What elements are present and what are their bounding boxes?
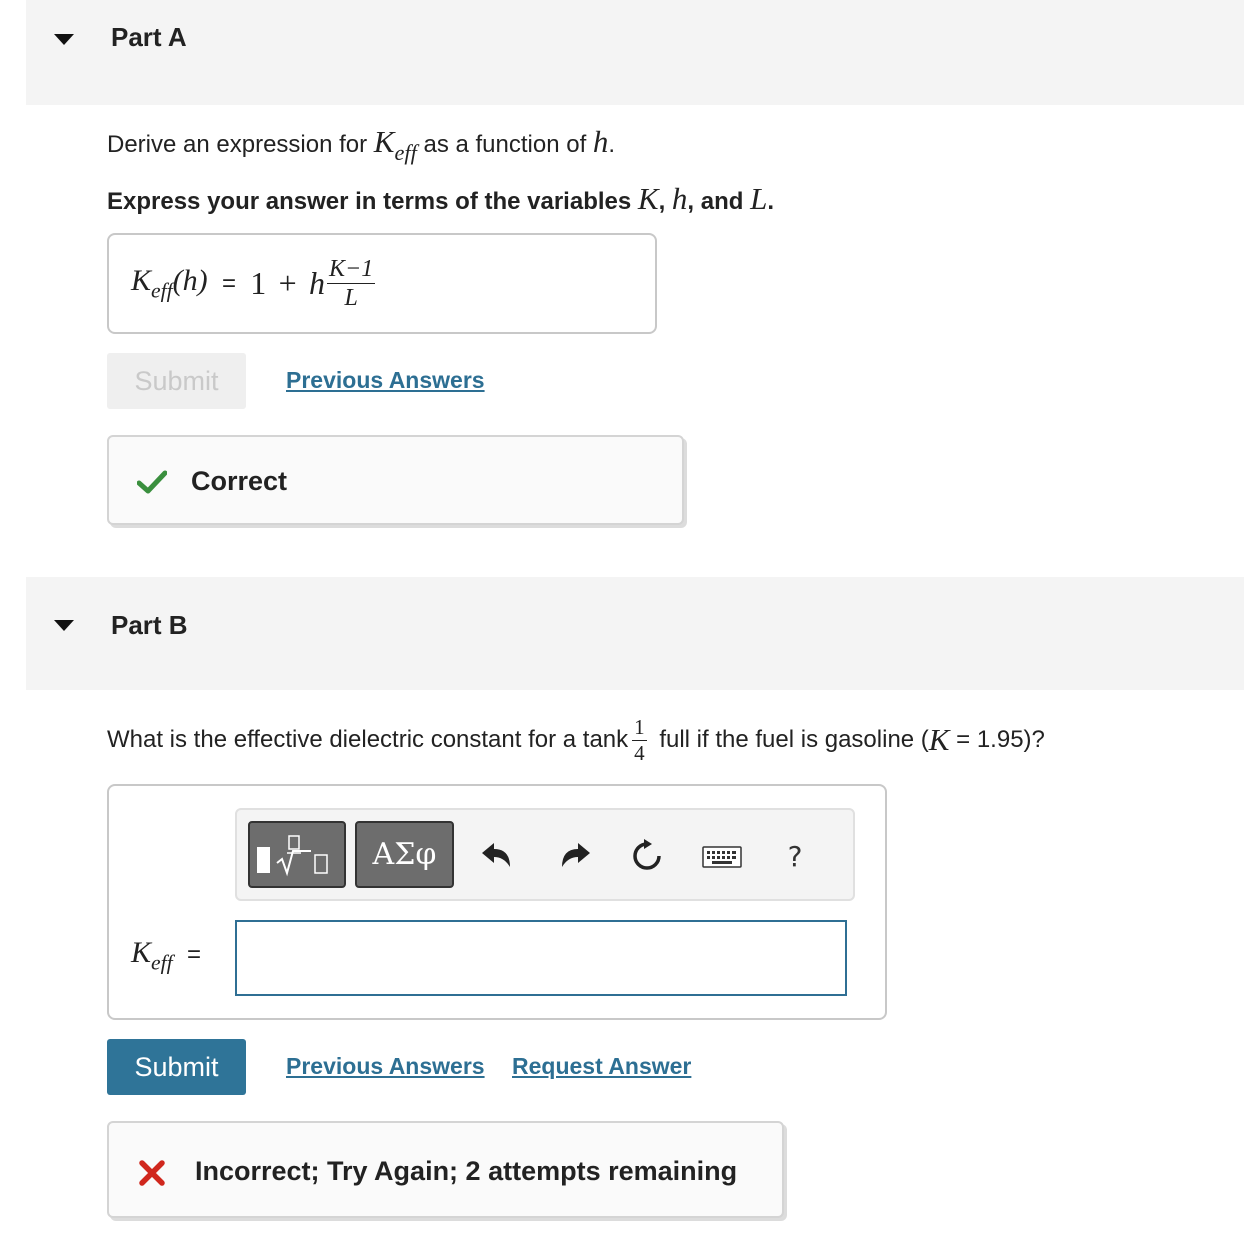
prompt-text: as a function of [416, 131, 593, 158]
help-button[interactable]: ? [775, 836, 815, 876]
part-a-header[interactable]: Part A [26, 0, 1244, 105]
redo-button[interactable] [555, 836, 595, 876]
previous-answers-link[interactable]: Previous Answers [286, 1053, 485, 1080]
math-toolbar: ΑΣφ ? [235, 808, 855, 901]
h-variable: h [671, 181, 688, 216]
feedback-message: Incorrect; Try Again; 2 attempts remaini… [195, 1156, 738, 1186]
part-b-header[interactable]: Part B [26, 577, 1244, 690]
part-a-prompt: Derive an expression for Keff as a funct… [107, 124, 616, 165]
l-variable: L [750, 181, 768, 216]
previous-answers-link[interactable]: Previous Answers [286, 367, 485, 394]
part-a-instruction: Express your answer in terms of the vari… [107, 181, 775, 216]
one-quarter-fraction: 14 [632, 714, 647, 765]
input-label: Keff = [131, 936, 201, 975]
part-b-title: Part B [111, 610, 188, 640]
part-b-answer-panel: ΑΣφ ? Keff = [107, 784, 887, 1020]
part-b-prompt: What is the effective dielectric constan… [107, 714, 1045, 765]
collapse-caret-icon[interactable] [54, 620, 74, 631]
reset-button[interactable] [627, 836, 667, 876]
keyboard-button[interactable] [699, 841, 745, 873]
k-variable: K [928, 722, 950, 757]
reset-icon [633, 839, 661, 870]
k-variable: K [637, 181, 659, 216]
checkmark-icon [137, 470, 167, 494]
incorrect-feedback: Incorrect; Try Again; 2 attempts remaini… [107, 1121, 784, 1218]
x-mark-icon [139, 1160, 165, 1186]
templates-button[interactable] [248, 821, 346, 888]
correct-feedback: Correct [107, 435, 684, 525]
part-a-title: Part A [111, 22, 187, 52]
collapse-caret-icon[interactable] [54, 34, 74, 45]
submitted-expression: Keff(h) = 1 + h K−1 L [131, 256, 376, 311]
feedback-message: Correct [191, 466, 288, 496]
keff-variable: Keff [373, 124, 417, 165]
greek-symbols-button[interactable]: ΑΣφ [355, 821, 454, 888]
undo-button[interactable] [477, 836, 517, 876]
h-variable: h [592, 124, 609, 159]
submit-button[interactable]: Submit [107, 1039, 246, 1095]
undo-icon [482, 843, 510, 867]
redo-icon [562, 843, 590, 867]
submit-button-disabled: Submit [107, 353, 246, 409]
request-answer-link[interactable]: Request Answer [512, 1053, 691, 1080]
fraction-sqrt-templates-icon [257, 834, 328, 876]
prompt-text: Derive an expression for [107, 131, 374, 158]
keyboard-icon [702, 846, 742, 868]
answer-input[interactable] [235, 920, 847, 996]
part-a-answer-display: Keff(h) = 1 + h K−1 L [107, 233, 657, 334]
